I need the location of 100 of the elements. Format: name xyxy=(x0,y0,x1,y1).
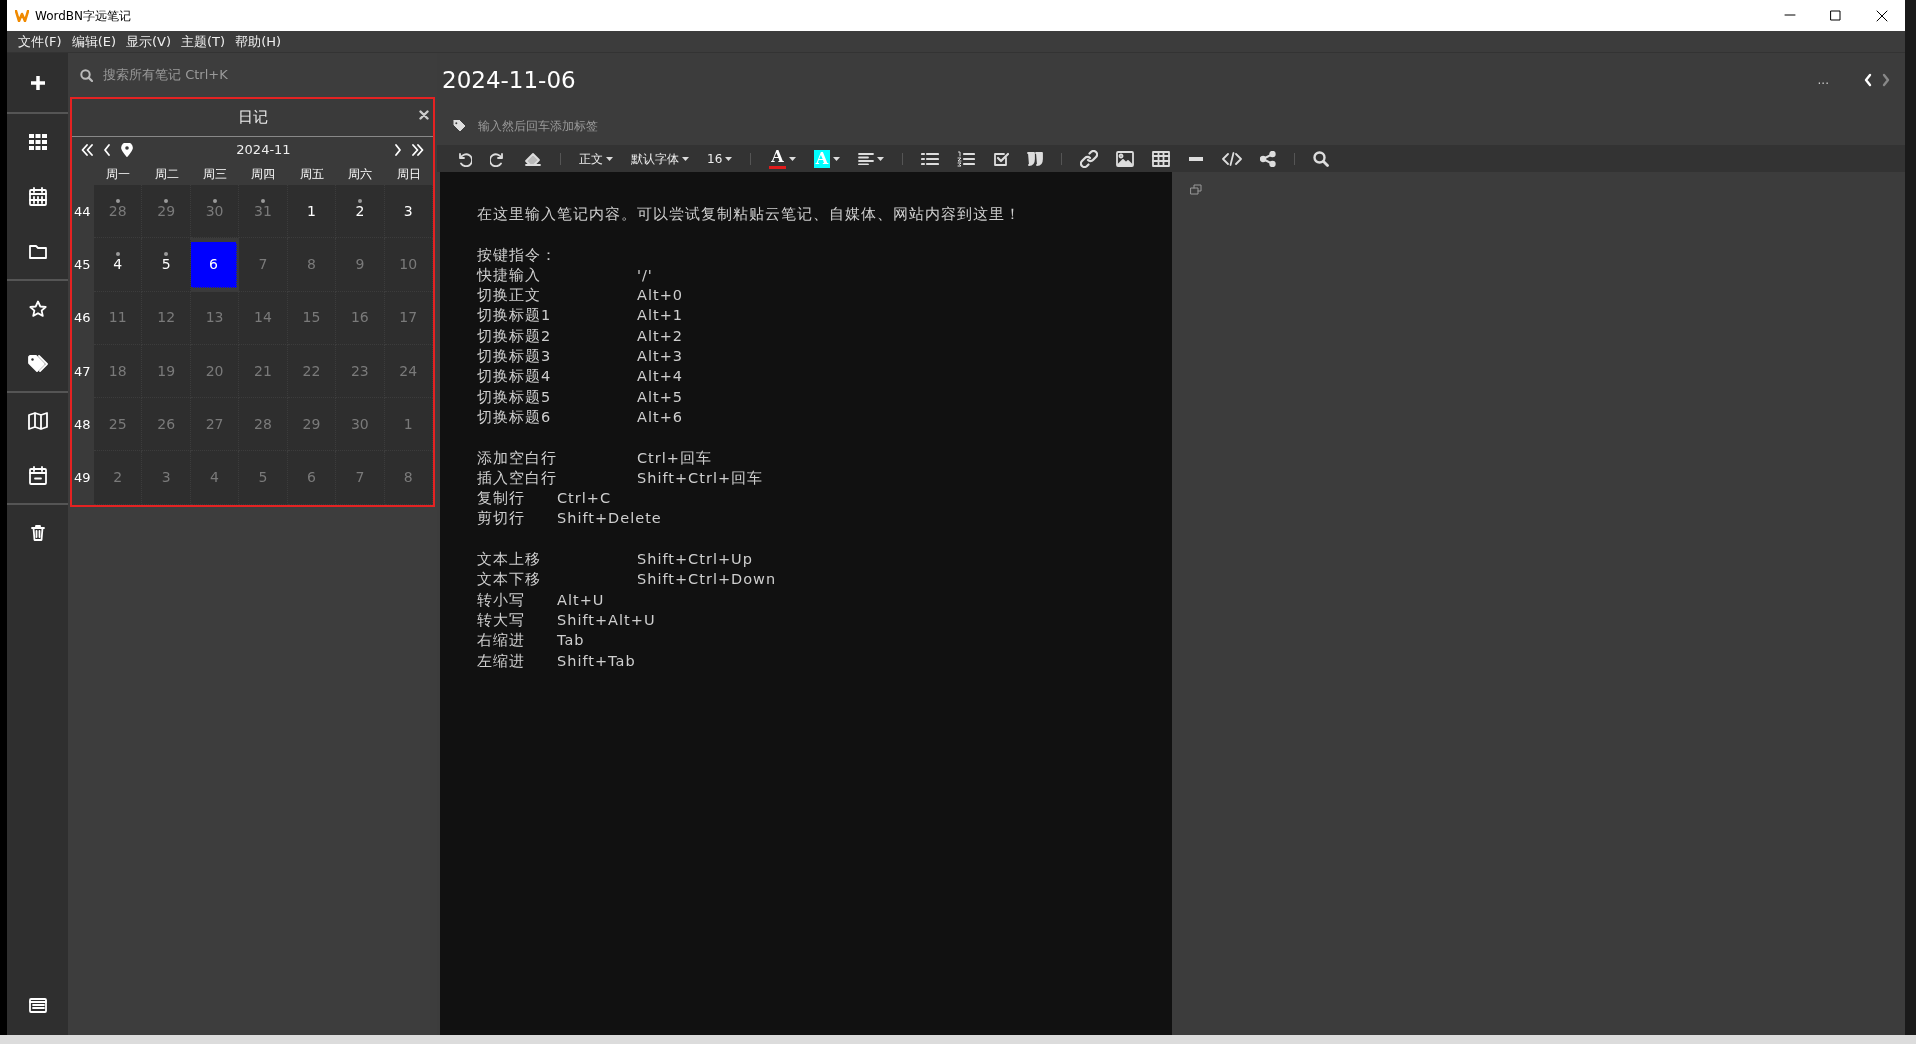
shortcut-label: 快捷输入 xyxy=(477,265,542,285)
close-button[interactable] xyxy=(419,110,429,120)
shortcut-keys: Ctrl+C xyxy=(557,488,612,509)
numbered-list-icon xyxy=(957,150,976,167)
calendar-day[interactable]: 31 xyxy=(239,185,288,239)
calendar-day[interactable]: 4 xyxy=(190,451,240,505)
shortcut-keys: Alt+U xyxy=(557,589,605,610)
shortcut-label: 切换标题6 xyxy=(477,407,553,427)
search-icon xyxy=(1313,150,1330,167)
weekday-label: 周六 xyxy=(347,165,374,183)
calendar-day[interactable]: 29 xyxy=(142,185,191,239)
menu-item[interactable]: 编辑(E) xyxy=(66,31,121,52)
calendar-day[interactable]: 2 xyxy=(94,451,143,505)
editor-text: 在这里输入笔记内容。可以尝试复制粘贴云笔记、自媒体、网站内容到这里！ xyxy=(477,205,1021,224)
font-size-dropdown[interactable]: 16 xyxy=(698,145,742,172)
shortcut-keys: Shift+Tab xyxy=(557,650,636,671)
calendar-day[interactable]: 16 xyxy=(336,291,385,345)
next-year-icon xyxy=(412,142,424,157)
menu-item[interactable]: 主题(T) xyxy=(176,31,231,52)
calendar-day[interactable]: 7 xyxy=(336,451,385,505)
calendar-day[interactable]: 1 xyxy=(287,185,337,239)
eraser-icon xyxy=(524,151,542,166)
calendar-day[interactable]: 18 xyxy=(94,344,143,399)
redo-icon xyxy=(490,150,506,167)
shortcut-keys: Alt+1 xyxy=(637,305,683,326)
calendar-day[interactable]: 20 xyxy=(190,344,240,399)
menu-item[interactable]: 文件(F) xyxy=(13,31,67,52)
calendar-day[interactable]: 5 xyxy=(239,451,288,505)
paragraph-style-dropdown[interactable]: 正文 xyxy=(570,145,622,172)
menu-item[interactable]: 显示(V) xyxy=(121,31,177,52)
shortcut-label: 文本下移 xyxy=(477,570,542,590)
calendar-day[interactable]: 12 xyxy=(142,291,191,345)
calendar-day[interactable]: 1 xyxy=(384,398,433,452)
logo-icon xyxy=(15,9,29,22)
shortcut-label: 复制行 xyxy=(477,489,526,509)
tag-input[interactable]: 输入然后回车添加标签 xyxy=(476,116,776,136)
font-family-dropdown[interactable]: 默认字体 xyxy=(622,145,698,172)
calendar-day[interactable]: 24 xyxy=(384,344,433,399)
text-color-button[interactable]: A xyxy=(760,145,805,172)
calendar-day[interactable]: 21 xyxy=(239,344,288,399)
calendar-day[interactable]: 7 xyxy=(239,238,288,292)
highlight-glyph: A xyxy=(813,149,831,168)
calendar-day[interactable]: 15 xyxy=(287,291,337,345)
calendar-day[interactable]: 4 xyxy=(94,238,143,292)
shortcut-keys: '/' xyxy=(637,264,653,286)
table-icon xyxy=(1152,150,1171,167)
weekday-label: 周日 xyxy=(395,165,422,183)
calendar-day[interactable]: 14 xyxy=(239,291,288,345)
weekday-label: 周四 xyxy=(250,165,277,183)
calendar-day[interactable]: 2 xyxy=(336,185,385,239)
calendar-day[interactable]: 8 xyxy=(384,451,433,505)
calendar-day[interactable]: 10 xyxy=(384,238,433,292)
caret-icon xyxy=(606,156,613,161)
scrollbar[interactable] xyxy=(1905,0,1916,1035)
calendar-day[interactable]: 6 xyxy=(287,451,337,505)
caret-icon xyxy=(788,156,796,161)
calendar-day[interactable]: 30 xyxy=(190,185,240,239)
calendar-day[interactable]: 22 xyxy=(287,344,337,399)
calendar-day[interactable]: 13 xyxy=(190,291,240,345)
shortcut-label: 插入空白行 xyxy=(477,468,558,488)
next-note-icon xyxy=(1882,73,1890,87)
previous-note-icon xyxy=(1864,73,1872,87)
search-field[interactable]: 搜索所有笔记 Ctrl+K xyxy=(101,64,401,86)
bullet-list-icon xyxy=(921,151,940,166)
shortcut-keys: Alt+5 xyxy=(637,386,683,407)
calendar-day[interactable]: 17 xyxy=(384,291,433,345)
shortcut-label: 转小写 xyxy=(477,590,526,610)
more-button[interactable]: ... xyxy=(1817,71,1829,89)
calendar-day[interactable]: 3 xyxy=(384,185,433,239)
calendar-day[interactable]: 25 xyxy=(94,398,143,452)
calendar-day[interactable]: 27 xyxy=(190,398,240,452)
calendar-day[interactable]: 30 xyxy=(336,398,385,452)
calendar-title: 日记 xyxy=(237,107,268,129)
list-window-icon xyxy=(28,997,47,1013)
previous-year-icon xyxy=(81,142,93,157)
shortcut-keys: Alt+2 xyxy=(637,325,683,347)
calendar-day[interactable]: 28 xyxy=(239,398,288,452)
calendar-day[interactable]: 26 xyxy=(142,398,191,452)
menu-item[interactable]: 帮助(H) xyxy=(230,31,287,52)
caret-icon xyxy=(877,156,885,161)
restore-window-button[interactable] xyxy=(1190,184,1202,195)
map-icon xyxy=(27,411,48,430)
calendar-day[interactable]: 5 xyxy=(142,238,191,292)
calendar-day[interactable]: 11 xyxy=(94,291,143,345)
shortcut-keys: Alt+0 xyxy=(637,285,683,306)
calendar-day[interactable]: 9 xyxy=(336,238,385,292)
calendar-day[interactable]: 19 xyxy=(142,344,191,399)
note-title: 2024-11-06 xyxy=(442,65,577,95)
shortcut-label: 切换标题5 xyxy=(477,387,553,407)
close-icon xyxy=(419,110,429,120)
shortcut-keys: Shift+Alt+U xyxy=(557,609,656,631)
shortcut-keys: Shift+Ctrl+回车 xyxy=(637,467,764,489)
weekday-label: 周三 xyxy=(202,165,229,183)
window-title: WordBN字远笔记 xyxy=(35,7,132,25)
calendar-day[interactable]: 28 xyxy=(94,185,143,239)
calendar-day[interactable]: 8 xyxy=(287,238,337,292)
calendar-day[interactable]: 3 xyxy=(142,451,191,505)
calendar-day[interactable]: 23 xyxy=(336,344,385,399)
calendar-day[interactable]: 6 xyxy=(190,242,238,288)
calendar-day[interactable]: 29 xyxy=(287,398,337,452)
